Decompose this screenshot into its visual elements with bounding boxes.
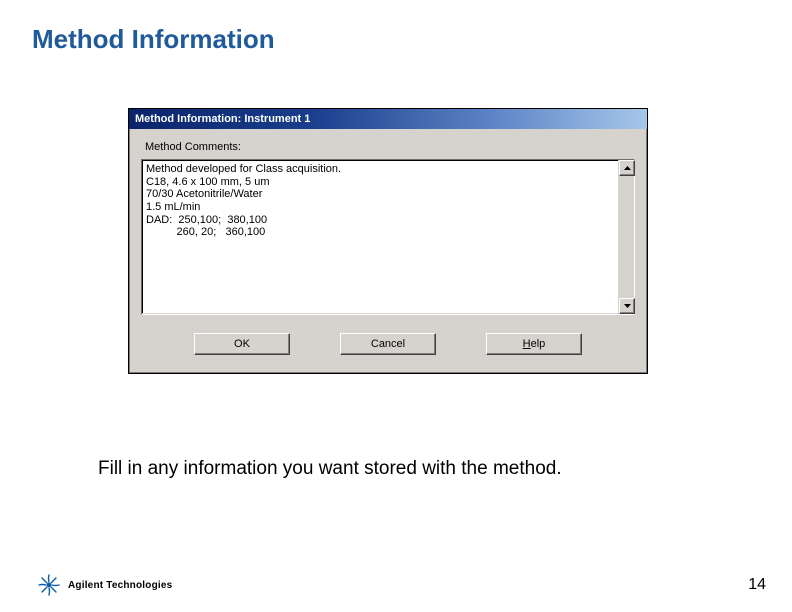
dialog-button-row: OK Cancel Help (141, 329, 635, 361)
agilent-logo: Agilent Technologies (36, 572, 172, 598)
chevron-down-icon (624, 304, 631, 308)
dialog-title-text: Method Information: Instrument 1 (135, 113, 310, 125)
dialog-titlebar: Method Information: Instrument 1 (129, 109, 647, 129)
scroll-up-button[interactable] (619, 160, 635, 176)
ok-button[interactable]: OK (194, 333, 290, 355)
slide-caption: Fill in any information you want stored … (98, 458, 562, 480)
method-comments-label: Method Comments: (145, 141, 635, 153)
chevron-up-icon (624, 166, 631, 170)
page-number: 14 (748, 576, 766, 594)
cancel-button[interactable]: Cancel (340, 333, 436, 355)
scroll-down-button[interactable] (619, 298, 635, 314)
agilent-spark-icon (36, 572, 62, 598)
help-button[interactable]: Help (486, 333, 582, 355)
slide-title: Method Information (32, 24, 275, 55)
logo-text: Agilent Technologies (68, 580, 172, 591)
dialog-body: Method Comments: Method developed for Cl… (129, 129, 647, 373)
textarea-content[interactable]: Method developed for Class acquisition. … (142, 160, 618, 314)
vertical-scrollbar[interactable] (618, 160, 634, 314)
method-comments-textarea[interactable]: Method developed for Class acquisition. … (141, 159, 635, 315)
method-info-dialog: Method Information: Instrument 1 Method … (128, 108, 648, 374)
